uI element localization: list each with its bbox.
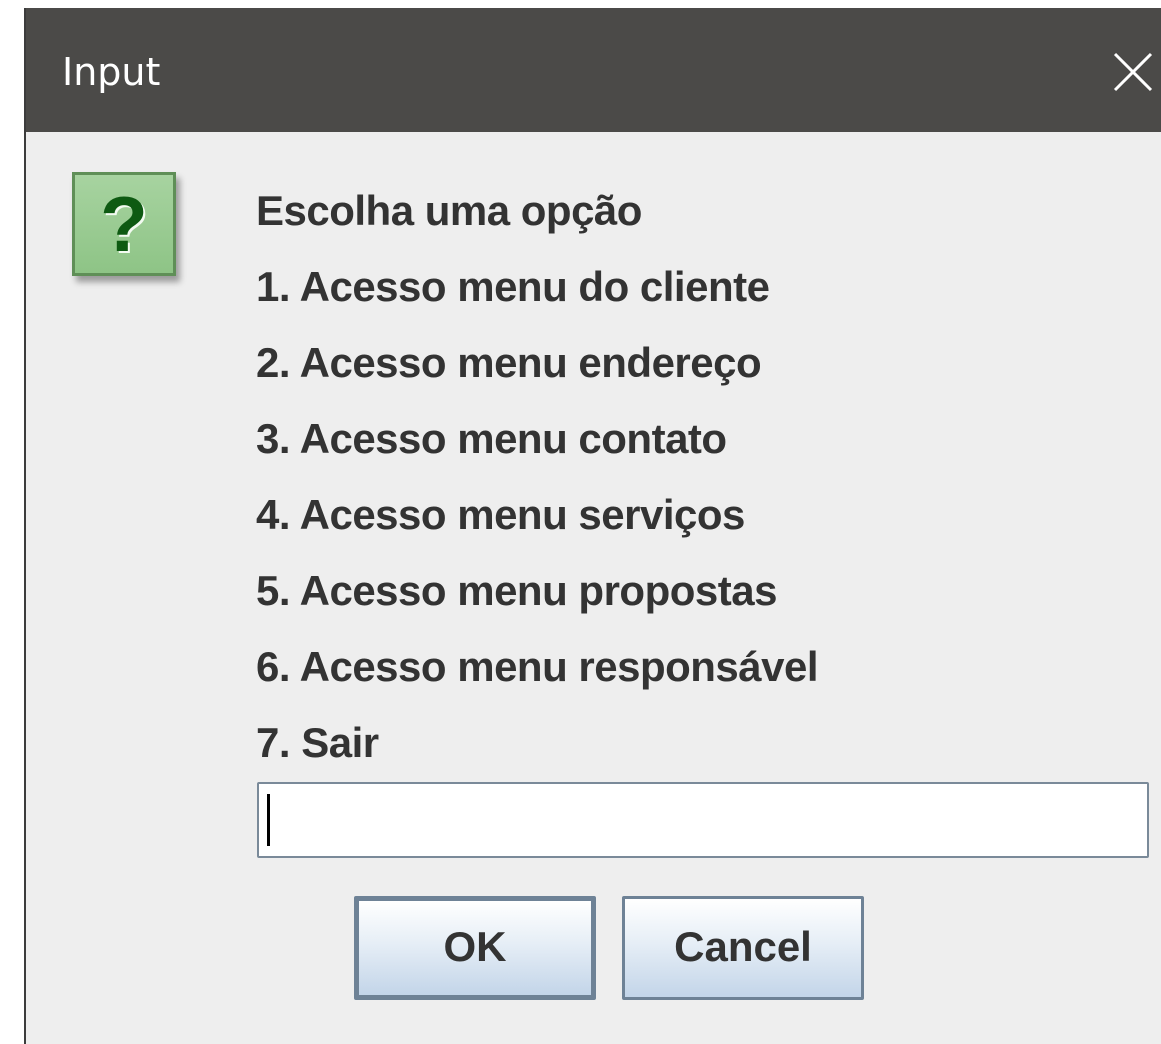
menu-option-1: 1. Acesso menu do cliente bbox=[256, 263, 770, 310]
message-prompt: Escolha uma opção bbox=[256, 187, 642, 234]
menu-option-3: 3. Acesso menu contato bbox=[256, 415, 727, 462]
window-title: Input bbox=[62, 50, 161, 94]
question-icon: ? bbox=[72, 172, 176, 276]
close-button[interactable] bbox=[1105, 44, 1161, 100]
text-caret bbox=[267, 794, 270, 846]
option-input[interactable] bbox=[257, 782, 1149, 858]
menu-option-4: 4. Acesso menu serviços bbox=[256, 491, 745, 538]
title-bar[interactable]: Input bbox=[26, 8, 1161, 132]
input-dialog: Input ? Escolha uma opção 1. Acesso menu… bbox=[24, 8, 1161, 1044]
menu-option-6: 6. Acesso menu responsável bbox=[256, 643, 819, 690]
ok-button[interactable]: OK bbox=[354, 896, 596, 1000]
cancel-button[interactable]: Cancel bbox=[622, 896, 864, 1000]
menu-option-2: 2. Acesso menu endereço bbox=[256, 339, 762, 386]
menu-option-7: 7. Sair bbox=[256, 719, 379, 766]
menu-option-5: 5. Acesso menu propostas bbox=[256, 567, 777, 614]
question-glyph: ? bbox=[100, 180, 148, 268]
close-icon bbox=[1113, 52, 1153, 92]
